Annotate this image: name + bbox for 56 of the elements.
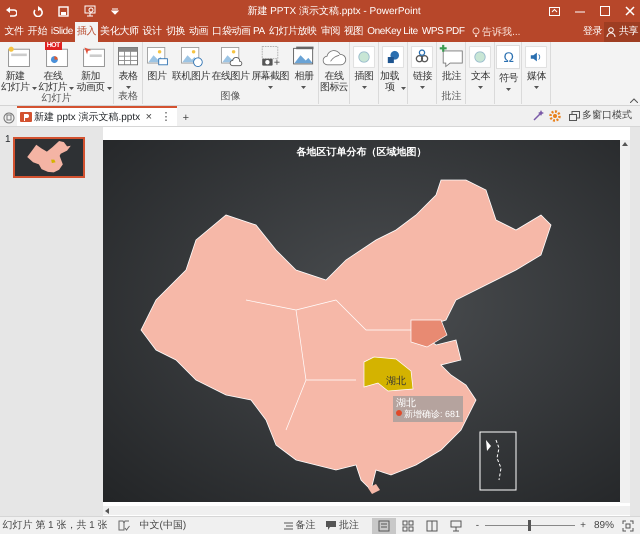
ribbon-tab[interactable]: 幻灯片放映 bbox=[266, 22, 319, 42]
slide-number: 1 bbox=[5, 133, 11, 147]
symbol-icon: Ω bbox=[496, 45, 520, 69]
tooltip-value: 新增确诊: 681 bbox=[404, 409, 460, 419]
ribbon-button[interactable]: 批注 bbox=[437, 43, 466, 82]
comments-button[interactable]: 批注 bbox=[323, 518, 362, 534]
group-label: 幻灯片 bbox=[40, 93, 73, 105]
ribbon-button[interactable]: 在线图片 bbox=[210, 43, 250, 82]
ribbon-button[interactable]: 在线 图标云 bbox=[318, 43, 350, 93]
ribbon-button[interactable]: 图片 bbox=[143, 43, 172, 82]
group-label: 批注 bbox=[440, 90, 462, 104]
slide-title: 各地区订单分布（区域地图） bbox=[296, 146, 428, 160]
ribbon-tab[interactable]: 审阅 bbox=[318, 22, 342, 42]
ribbon-tab[interactable]: 开始 bbox=[26, 22, 49, 42]
new-tab-button[interactable]: + bbox=[180, 110, 192, 126]
group-label: 图像 bbox=[220, 90, 242, 104]
ribbon-tab[interactable]: 口袋动画 PA bbox=[210, 22, 267, 42]
ribbon-button[interactable]: 新加 动画页 bbox=[75, 43, 114, 93]
ribbon-tab[interactable]: 美化大师 bbox=[98, 22, 141, 42]
ribbon-button[interactable]: Ω 符号 bbox=[495, 43, 522, 91]
notes-button[interactable]: 备注 bbox=[280, 518, 318, 534]
ribbon-tab[interactable]: OneKey Lite bbox=[365, 22, 420, 42]
login-link[interactable]: 登录 bbox=[581, 22, 604, 42]
document-tab-title[interactable]: 新建 pptx 演示文稿.pptx bbox=[34, 110, 140, 124]
zoom-in-button[interactable]: + bbox=[577, 518, 589, 534]
ribbon-tab[interactable]: 插入 bbox=[74, 22, 98, 42]
ribbon-button[interactable]: 联机图片 bbox=[171, 43, 211, 82]
ribbon-button[interactable]: 媒体 bbox=[522, 43, 550, 89]
ribbon-button[interactable]: 链接 bbox=[408, 43, 436, 89]
ribbon-button[interactable]: 文本 bbox=[466, 43, 494, 89]
multi-window-button[interactable]: 多窗口模式 bbox=[566, 108, 635, 124]
ribbon-tab[interactable]: WPS PDF bbox=[420, 22, 467, 42]
map-region-label: 湖北 bbox=[386, 376, 406, 387]
group-label: 表格 bbox=[117, 90, 140, 104]
ribbon-tab[interactable]: 切换 bbox=[164, 22, 187, 42]
ribbon-button[interactable]: 表格 bbox=[114, 43, 142, 89]
ribbon-tab[interactable]: iSlide bbox=[48, 22, 75, 42]
close-tab-button[interactable]: × bbox=[142, 109, 156, 125]
share-button[interactable]: 共享 bbox=[604, 22, 640, 42]
ribbon-tab[interactable]: 文件 bbox=[2, 22, 26, 42]
ribbon-button[interactable]: 屏幕截图 bbox=[250, 43, 290, 89]
tooltip-title: 湖北 bbox=[396, 398, 416, 409]
ribbon-button[interactable]: 相册 bbox=[290, 43, 318, 89]
ribbon-tab[interactable]: 视图 bbox=[342, 22, 366, 42]
more-button[interactable]: ⋮ bbox=[158, 109, 175, 125]
ribbon-tab[interactable]: 动画 bbox=[186, 22, 210, 42]
window-title: 新建 PPTX 演示文稿.pptx - PowerPoint bbox=[246, 4, 422, 18]
ribbon-tab[interactable]: 设计 bbox=[140, 22, 164, 42]
zoom-out-button[interactable]: - bbox=[472, 518, 482, 534]
tell-me-field[interactable]: 告诉我... bbox=[482, 24, 520, 40]
ribbon-button[interactable]: 插图 bbox=[350, 43, 378, 89]
slide-count-text: 幻灯片 第 1 张，共 1 张 bbox=[2, 518, 108, 533]
zoom-percent[interactable]: 89% bbox=[594, 518, 614, 533]
language-text[interactable]: 中文(中国) bbox=[140, 518, 186, 533]
ribbon-button[interactable]: 新建 幻灯片 bbox=[0, 43, 38, 93]
ribbon-button[interactable]: 加载 项 bbox=[379, 43, 408, 93]
